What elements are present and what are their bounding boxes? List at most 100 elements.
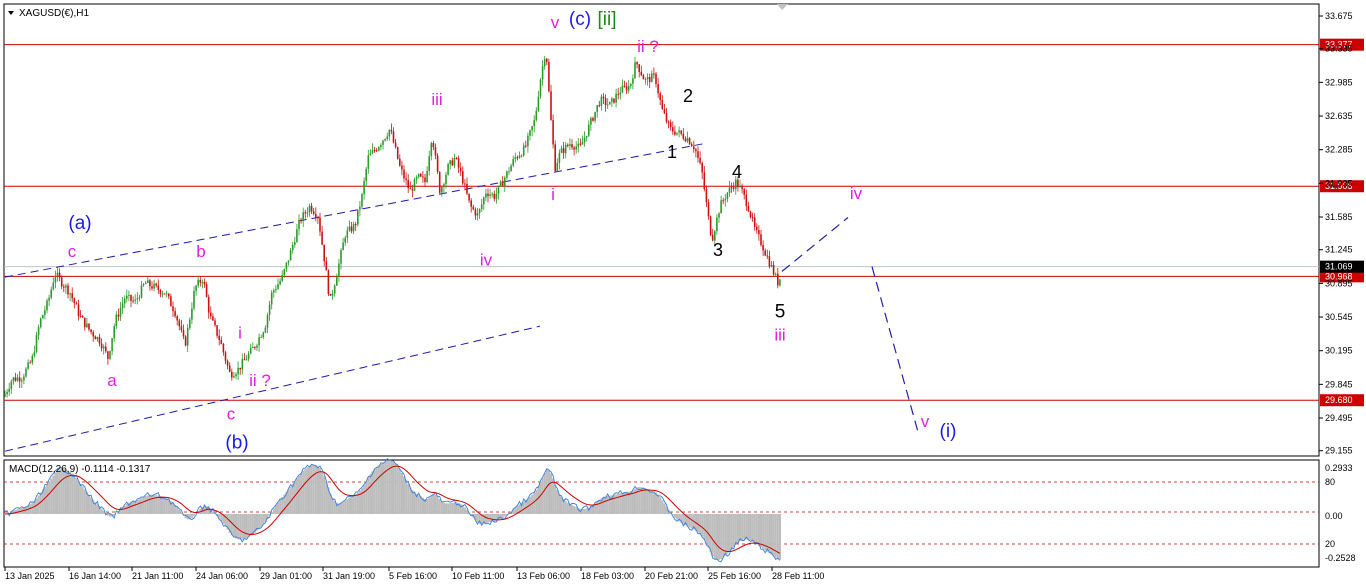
candle-body bbox=[172, 306, 174, 312]
candle-body bbox=[380, 145, 382, 148]
candle-body bbox=[361, 194, 363, 207]
candle-body bbox=[50, 289, 52, 298]
candle-body bbox=[485, 193, 487, 198]
candle-body bbox=[531, 126, 533, 131]
macd-histogram-bar bbox=[663, 503, 666, 514]
candle-body bbox=[728, 187, 731, 193]
macd-histogram-bar bbox=[711, 514, 714, 557]
candle-body bbox=[142, 284, 145, 286]
wave-label: i bbox=[238, 324, 242, 343]
macd-histogram-bar bbox=[50, 478, 53, 514]
candle-body bbox=[195, 285, 197, 291]
candle-body bbox=[388, 129, 391, 137]
candle-body bbox=[325, 261, 328, 271]
macd-histogram-bar bbox=[707, 514, 710, 548]
candle-body bbox=[300, 219, 302, 222]
macd-histogram-bar bbox=[262, 514, 265, 525]
macd-histogram-bar bbox=[75, 478, 78, 514]
candle-body bbox=[548, 61, 550, 92]
candle-body bbox=[210, 312, 212, 317]
candle-body bbox=[506, 171, 508, 178]
macd-histogram-bar bbox=[90, 497, 93, 514]
candle-body bbox=[317, 217, 319, 219]
macd-histogram-bar bbox=[571, 504, 574, 514]
x-tick-label: 18 Feb 03:00 bbox=[581, 571, 634, 581]
candle-body bbox=[716, 217, 718, 232]
macd-tick-label: 80 bbox=[1325, 477, 1335, 487]
macd-histogram-bar bbox=[279, 499, 282, 514]
candle-body bbox=[674, 131, 676, 135]
macd-histogram-bar bbox=[146, 495, 149, 514]
candle-body bbox=[147, 280, 149, 283]
candle-body bbox=[592, 118, 594, 121]
macd-histogram-bar bbox=[755, 514, 758, 545]
macd-histogram-bar bbox=[703, 514, 706, 540]
symbol-label: XAGUSD(€),H1 bbox=[19, 8, 89, 19]
candle-body bbox=[69, 293, 71, 295]
candle-body bbox=[573, 147, 575, 150]
macd-histogram-bar bbox=[371, 471, 374, 514]
candle-body bbox=[226, 360, 229, 366]
candle-body bbox=[222, 343, 225, 353]
candle-body bbox=[323, 244, 325, 262]
candle-body bbox=[525, 145, 527, 147]
macd-histogram-bar bbox=[260, 514, 263, 527]
macd-histogram-bar bbox=[54, 472, 57, 514]
macd-histogram-bar bbox=[304, 468, 307, 514]
macd-histogram-bar bbox=[354, 494, 357, 514]
candle-body bbox=[342, 242, 344, 251]
candle-body bbox=[247, 353, 250, 360]
candle-body bbox=[619, 92, 622, 95]
candle-body bbox=[189, 319, 191, 328]
candle-body bbox=[760, 234, 762, 246]
macd-histogram-bar bbox=[148, 494, 151, 514]
candle-body bbox=[753, 217, 756, 227]
macd-histogram-bar bbox=[550, 473, 553, 514]
candle-body bbox=[354, 223, 357, 225]
candle-body bbox=[201, 282, 204, 284]
candle-body bbox=[4, 394, 6, 397]
candle-body bbox=[115, 314, 118, 327]
candle-body bbox=[31, 356, 34, 363]
macd-histogram-bar bbox=[713, 514, 716, 559]
candle-body bbox=[413, 179, 416, 191]
candle-body bbox=[510, 165, 512, 172]
candle-body bbox=[37, 327, 40, 335]
macd-histogram-bar bbox=[503, 514, 506, 517]
macd-histogram-bar bbox=[193, 514, 196, 516]
macd-histogram-bar bbox=[642, 487, 645, 514]
macd-histogram-bar bbox=[556, 489, 559, 514]
candle-body bbox=[407, 179, 409, 189]
candle-body bbox=[117, 314, 120, 317]
candle-body bbox=[777, 273, 779, 286]
macd-histogram-bar bbox=[245, 514, 248, 539]
y-tick-label: 32.635 bbox=[1325, 111, 1353, 121]
macd-histogram-bar bbox=[604, 496, 607, 514]
candle-body bbox=[667, 121, 670, 123]
candle-body bbox=[243, 359, 246, 361]
candle-body bbox=[522, 145, 525, 156]
candle-body bbox=[415, 177, 418, 180]
candle-body bbox=[48, 297, 50, 301]
candle-body bbox=[60, 277, 63, 287]
y-tick-label: 33.675 bbox=[1325, 11, 1353, 21]
macd-histogram-bar bbox=[566, 502, 569, 514]
macd-histogram-bar bbox=[83, 489, 86, 514]
macd-histogram-bar bbox=[552, 478, 555, 514]
macd-histogram-bar bbox=[732, 514, 735, 548]
candle-body bbox=[128, 294, 130, 296]
candle-body bbox=[27, 362, 29, 369]
macd-histogram-bar bbox=[377, 465, 380, 514]
candle-body bbox=[514, 157, 517, 160]
macd-histogram-bar bbox=[365, 481, 368, 514]
candle-body bbox=[130, 294, 132, 301]
candle-body bbox=[46, 300, 48, 311]
candle-body bbox=[499, 181, 502, 186]
macd-histogram-bar bbox=[134, 500, 137, 514]
macd-histogram-bar bbox=[62, 469, 65, 514]
candle-body bbox=[23, 376, 25, 381]
macd-histogram-bar bbox=[411, 490, 414, 514]
candle-body bbox=[594, 111, 596, 121]
macd-histogram-bar bbox=[52, 475, 55, 514]
macd-histogram-bar bbox=[652, 491, 655, 514]
